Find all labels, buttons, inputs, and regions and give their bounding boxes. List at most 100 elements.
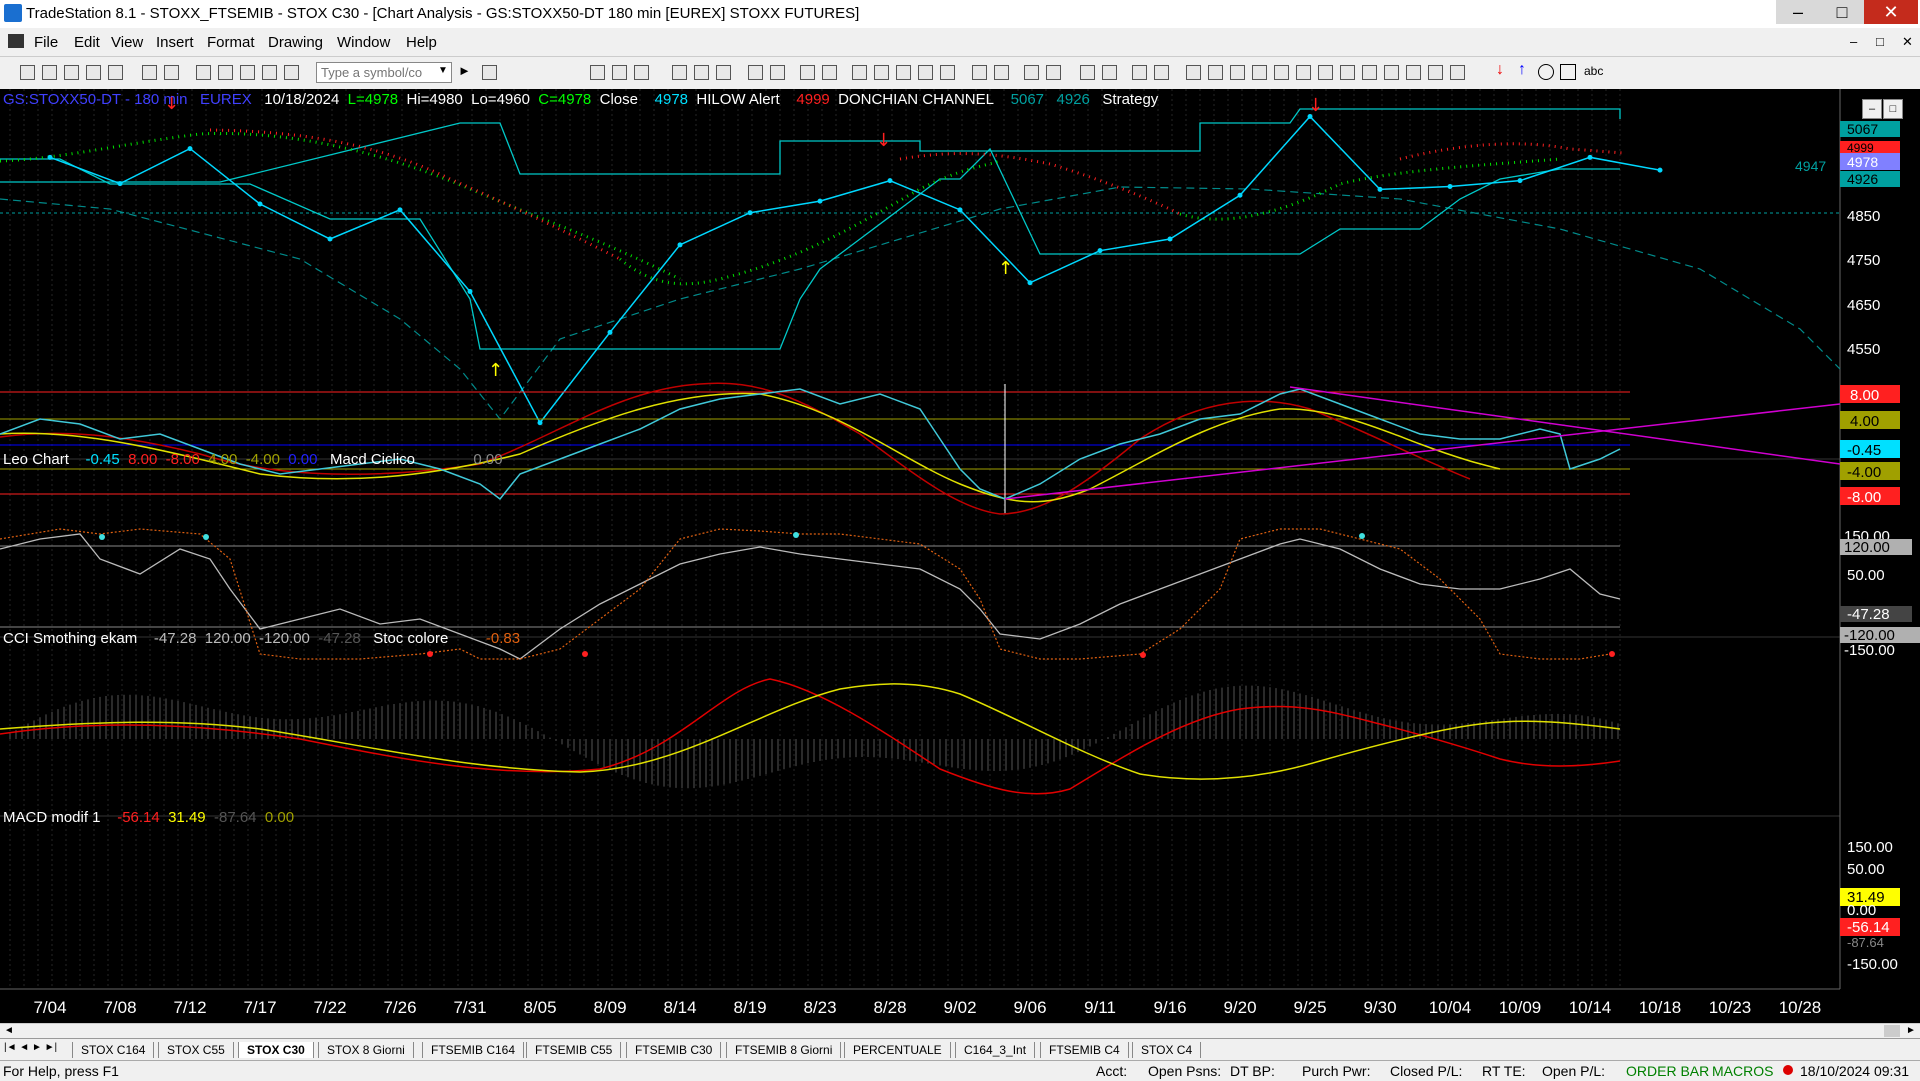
print-icon[interactable] — [142, 65, 157, 80]
minimize-button[interactable]: – — [1776, 0, 1820, 24]
menu-drawing[interactable]: Drawing — [268, 34, 323, 51]
crosshair-icon[interactable] — [1102, 65, 1117, 80]
gann-icon[interactable] — [1274, 65, 1289, 80]
tab-percentuale[interactable]: PERCENTUALE — [844, 1042, 951, 1058]
arc-icon[interactable] — [1406, 65, 1421, 80]
lock-icon[interactable] — [240, 65, 255, 80]
open-workspace-icon[interactable] — [64, 65, 79, 80]
properties-icon[interactable] — [1154, 65, 1169, 80]
menu-view[interactable]: View — [111, 34, 143, 51]
refresh-icon[interactable] — [748, 65, 763, 80]
channel-icon[interactable] — [1318, 65, 1333, 80]
tab-ftsemib-8-giorni[interactable]: FTSEMIB 8 Giorni — [726, 1042, 842, 1058]
snapshot-icon[interactable] — [896, 65, 911, 80]
ellipse-icon[interactable] — [1538, 64, 1554, 80]
mdi-minimize-button[interactable]: – — [1850, 34, 1857, 49]
maximize-button[interactable]: □ — [1820, 0, 1864, 24]
globe-icon[interactable] — [284, 65, 299, 80]
date-axis-tick: 8/14 — [663, 998, 696, 1017]
compress-icon[interactable] — [972, 65, 987, 80]
window-2-icon[interactable] — [218, 65, 233, 80]
sync-icon[interactable] — [852, 65, 867, 80]
data-window-icon[interactable] — [940, 65, 955, 80]
order-bar-button[interactable]: ORDER BAR — [1626, 1063, 1709, 1079]
open-icon[interactable] — [42, 65, 57, 80]
andrews-pitchfork-icon[interactable] — [1362, 65, 1377, 80]
inner-minimize-button[interactable]: – — [1862, 99, 1882, 119]
scroll-left-icon[interactable]: ◄ — [4, 1025, 14, 1036]
scroll-thumb[interactable] — [1884, 1025, 1900, 1037]
print-preview-icon[interactable] — [164, 65, 179, 80]
tab-ftsemib-c164[interactable]: FTSEMIB C164 — [422, 1042, 525, 1058]
menu-window[interactable]: Window — [337, 34, 390, 51]
zoom-out-icon[interactable] — [1046, 65, 1061, 80]
chevron-down-icon[interactable]: ▼ — [438, 65, 448, 76]
tab-stox-c164[interactable]: STOX C164 — [72, 1042, 155, 1058]
bar-chart-icon[interactable] — [672, 65, 687, 80]
horizontal-line-icon[interactable] — [1230, 65, 1245, 80]
chart-analysis-icon[interactable] — [590, 65, 605, 80]
save-icon[interactable] — [108, 65, 123, 80]
arrow-down-icon[interactable]: ↓ — [1496, 61, 1504, 79]
window-icon[interactable] — [196, 65, 211, 80]
freehand-icon[interactable] — [1450, 65, 1465, 80]
symbol-input[interactable] — [316, 62, 452, 83]
radar-icon[interactable] — [612, 65, 627, 80]
date-axis-tick: 9/16 — [1153, 998, 1186, 1017]
line-chart-icon[interactable] — [694, 65, 709, 80]
link-icon[interactable] — [262, 65, 277, 80]
vertical-line-icon[interactable] — [1208, 65, 1223, 80]
fibonacci-icon[interactable] — [1252, 65, 1267, 80]
new-icon[interactable] — [20, 65, 35, 80]
cursor-icon[interactable] — [1080, 65, 1095, 80]
scroll-right-icon[interactable]: ► — [1906, 1025, 1916, 1036]
speed-lines-icon[interactable] — [1296, 65, 1311, 80]
cycle-icon[interactable] — [1340, 65, 1355, 80]
print-chart-icon[interactable] — [800, 65, 815, 80]
header-exchange: EUREX — [200, 91, 252, 108]
inner-restore-button[interactable]: □ — [1883, 99, 1903, 119]
price-axis-tick: 4550 — [1847, 341, 1880, 358]
regression-icon[interactable] — [1384, 65, 1399, 80]
tab-stox-c4[interactable]: STOX C4 — [1132, 1042, 1202, 1058]
price-point — [1377, 186, 1383, 192]
arrow-right-icon[interactable]: ► — [458, 63, 471, 78]
tab-nav-first-icon[interactable]: |◄ ◄ ► ►| — [4, 1042, 57, 1053]
tab-c164-3-int[interactable]: C164_3_Int — [955, 1042, 1036, 1058]
text-tool-icon[interactable]: abc — [1584, 64, 1603, 78]
tab-stox-8-giorni[interactable]: STOX 8 Giorni — [318, 1042, 414, 1058]
menu-file[interactable]: File — [34, 34, 58, 51]
new-window-icon[interactable] — [86, 65, 101, 80]
matrix-icon[interactable] — [634, 65, 649, 80]
menu-help[interactable]: Help — [406, 34, 437, 51]
tab-stox-c55[interactable]: STOX C55 — [158, 1042, 234, 1058]
horizontal-scrollbar[interactable]: ◄ ► — [0, 1023, 1920, 1039]
menu-edit[interactable]: Edit — [74, 34, 100, 51]
alert-icon[interactable] — [770, 65, 785, 80]
news-icon[interactable] — [874, 65, 889, 80]
tab-ftsemib-c30[interactable]: FTSEMIB C30 — [626, 1042, 722, 1058]
format-icon[interactable] — [822, 65, 837, 80]
close-button[interactable]: ✕ — [1864, 0, 1918, 24]
eraser-icon[interactable] — [1132, 65, 1147, 80]
pen-icon[interactable] — [1428, 65, 1443, 80]
insert-symbol-icon[interactable] — [482, 65, 497, 80]
rectangle-icon[interactable] — [1560, 64, 1576, 80]
portfolio-icon[interactable] — [918, 65, 933, 80]
mdi-restore-button[interactable]: □ — [1876, 34, 1884, 49]
expand-icon[interactable] — [994, 65, 1009, 80]
trendline-icon[interactable] — [1186, 65, 1201, 80]
zoom-in-icon[interactable] — [1024, 65, 1039, 80]
date-axis-tick: 9/11 — [1084, 998, 1116, 1017]
menu-insert[interactable]: Insert — [156, 34, 194, 51]
mdi-close-button[interactable]: ✕ — [1902, 34, 1913, 50]
chart-area[interactable]: ↓ ↓ ↓ ↑ ↑ 5067 4999 4978 4926 4947 4850 … — [0, 89, 1920, 1023]
chart-svg[interactable]: ↓ ↓ ↓ ↑ ↑ 5067 4999 4978 4926 4947 4850 … — [0, 89, 1920, 1023]
menu-format[interactable]: Format — [207, 34, 255, 51]
macros-button[interactable]: MACROS — [1712, 1063, 1773, 1079]
indicator-icon[interactable] — [716, 65, 731, 80]
arrow-up-icon[interactable]: ↑ — [1518, 61, 1526, 79]
tab-ftsemib-c4[interactable]: FTSEMIB C4 — [1040, 1042, 1129, 1058]
tab-stox-c30[interactable]: STOX C30 — [238, 1042, 314, 1058]
tab-ftsemib-c55[interactable]: FTSEMIB C55 — [526, 1042, 622, 1058]
